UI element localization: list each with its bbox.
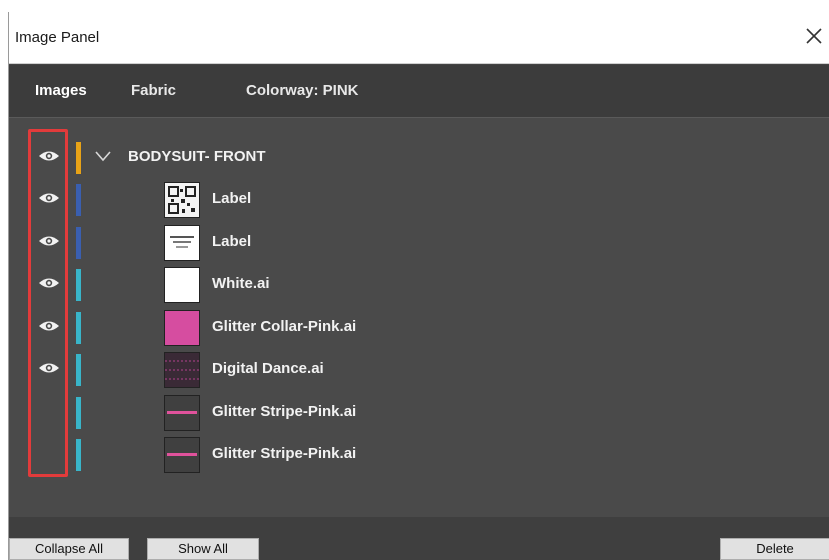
layer-row[interactable]: White.ai <box>9 263 829 305</box>
chevron-down-icon[interactable] <box>94 149 112 163</box>
layer-label: Glitter Stripe-Pink.ai <box>212 402 357 420</box>
color-bar <box>76 269 81 301</box>
layer-label: Label <box>212 190 252 207</box>
layer-thumbnail[interactable] <box>164 352 200 388</box>
layer-thumbnail[interactable] <box>164 394 200 431</box>
layer-label: Label <box>212 232 252 250</box>
layer-row[interactable]: Label <box>9 178 829 220</box>
visibility-column-highlight <box>28 129 68 477</box>
layer-list: BODYSUIT- FRONT Label Label White.ai Glitte… <box>9 117 829 517</box>
footer-bar: Collapse All Show All Delete <box>9 517 829 560</box>
window-title: Image Panel <box>15 29 100 46</box>
layer-label: White.ai <box>212 275 270 292</box>
collapse-all-button[interactable]: Collapse All <box>9 538 129 560</box>
layer-row[interactable]: Glitter Collar-Pink.ai <box>9 306 829 348</box>
layer-row[interactable]: Glitter Stripe-Pink.ai <box>9 433 829 475</box>
layer-row[interactable]: Glitter Stripe-Pink.ai <box>9 391 829 433</box>
layer-label: Digital Dance.ai <box>212 360 324 377</box>
tab-colorway[interactable]: Colorway: PINK <box>246 79 359 103</box>
color-bar <box>76 396 81 429</box>
tab-fabric[interactable]: Fabric <box>131 79 176 103</box>
title-bar: Image Panel <box>9 12 829 64</box>
show-all-button[interactable]: Show All <box>147 538 259 560</box>
layer-label: Glitter Stripe-Pink.ai <box>212 445 357 462</box>
layer-thumbnail[interactable] <box>164 267 200 303</box>
layer-label: Glitter Collar-Pink.ai <box>212 317 357 335</box>
color-bar <box>76 311 81 344</box>
layer-thumbnail[interactable] <box>164 309 200 346</box>
group-row-bodysuit-front[interactable]: BODYSUIT- FRONT <box>9 136 829 178</box>
layer-thumbnail[interactable] <box>164 437 200 473</box>
tab-images[interactable]: Images <box>21 65 101 117</box>
color-bar <box>76 354 81 386</box>
layer-thumbnail[interactable] <box>164 182 200 218</box>
layer-row[interactable]: Label <box>9 221 829 263</box>
color-bar <box>76 142 81 174</box>
image-panel-window: Image Panel Images Fabric Colorway: PINK… <box>8 12 829 560</box>
layer-row[interactable]: Digital Dance.ai <box>9 348 829 390</box>
color-bar <box>76 226 81 259</box>
color-bar <box>76 184 81 216</box>
close-icon[interactable] <box>802 24 826 48</box>
delete-button[interactable]: Delete <box>720 538 829 560</box>
color-bar <box>76 439 81 471</box>
layer-thumbnail[interactable] <box>164 224 200 261</box>
group-label: BODYSUIT- FRONT <box>128 148 266 165</box>
tab-bar: Images Fabric Colorway: PINK <box>9 65 829 117</box>
